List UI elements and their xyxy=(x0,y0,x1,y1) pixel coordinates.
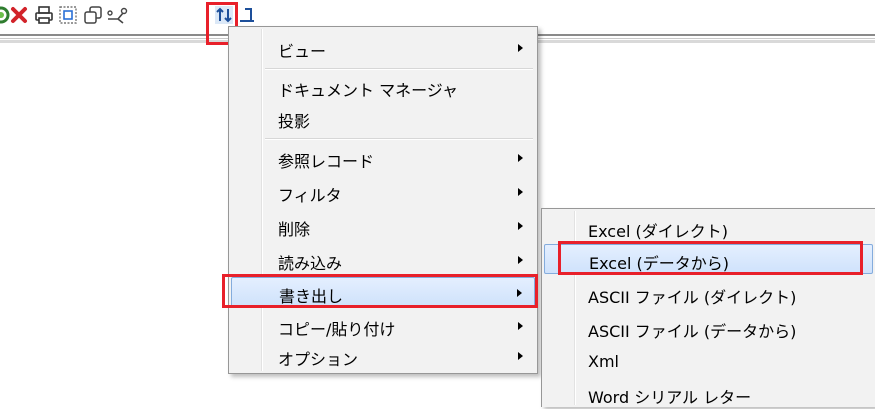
network-icon[interactable] xyxy=(106,4,128,26)
menu-item-delete[interactable]: 削除 xyxy=(231,211,535,241)
submenu-item-ascii-direct[interactable]: ASCII ファイル (ダイレクト) xyxy=(544,279,873,309)
submenu-arrow-icon xyxy=(518,154,523,162)
menu-item-label: 投影 xyxy=(278,112,311,131)
menu-item-import[interactable]: 読み込み xyxy=(231,245,535,275)
print-icon[interactable] xyxy=(33,4,55,26)
menu-item-copy-paste[interactable]: コピー/貼り付け xyxy=(231,311,535,341)
menu-item-reference-record[interactable]: 参照レコード xyxy=(231,143,535,173)
copy-icon[interactable] xyxy=(82,4,104,26)
menu-item-document-manager[interactable]: ドキュメント マネージャ xyxy=(231,72,535,102)
submenu-arrow-icon xyxy=(518,322,523,330)
submenu-item-ascii-from-data[interactable]: ASCII ファイル (データから) xyxy=(544,313,873,343)
menu-item-filter[interactable]: フィルタ xyxy=(231,177,535,207)
submenu-item-label: Excel (データから) xyxy=(589,254,729,273)
submenu-item-label: ASCII ファイル (データから) xyxy=(588,322,797,341)
menu-separator xyxy=(265,138,533,140)
submenu-arrow-icon xyxy=(518,222,523,230)
menu-item-label: オプション xyxy=(278,350,359,369)
menu-item-label: コピー/貼り付け xyxy=(278,320,396,339)
menu-separator xyxy=(265,68,533,70)
submenu-item-label: Xml xyxy=(588,352,619,371)
menu-item-projection[interactable]: 投影 xyxy=(231,103,535,133)
context-menu: ビュー ドキュメント マネージャ 投影 参照レコード フィルタ 削除 読み込み … xyxy=(228,26,538,374)
menu-item-label: 参照レコード xyxy=(278,152,375,171)
submenu-item-excel-from-data[interactable]: Excel (データから) xyxy=(544,244,873,274)
submenu-arrow-icon xyxy=(518,44,523,52)
menu-item-label: ビュー xyxy=(278,42,327,61)
submenu-item-label: Word シリアル レター xyxy=(588,388,752,407)
menu-item-label: 書き出し xyxy=(279,287,344,306)
submenu-arrow-icon xyxy=(518,256,523,264)
submenu-item-xml[interactable]: Xml xyxy=(544,347,873,377)
menu-item-label: フィルタ xyxy=(278,186,342,205)
menu-item-options[interactable]: オプション xyxy=(231,341,535,371)
submenu-item-label: ASCII ファイル (ダイレクト) xyxy=(588,288,797,307)
menu-item-label: 削除 xyxy=(278,220,311,239)
delete-icon[interactable] xyxy=(8,4,30,26)
select-icon[interactable] xyxy=(57,4,79,26)
menu-item-view[interactable]: ビュー xyxy=(231,33,535,63)
export-icon[interactable] xyxy=(236,4,258,26)
menu-item-label: ドキュメント マネージャ xyxy=(278,81,458,100)
menu-item-label: 読み込み xyxy=(278,254,343,273)
submenu-item-excel-direct[interactable]: Excel (ダイレクト) xyxy=(544,213,873,243)
sort-icon[interactable] xyxy=(213,4,235,26)
submenu-arrow-icon xyxy=(518,188,523,196)
submenu-arrow-icon xyxy=(518,352,523,360)
submenu-arrow-icon xyxy=(517,289,522,297)
menu-item-export[interactable]: 書き出し xyxy=(231,277,535,307)
export-submenu: Excel (ダイレクト) Excel (データから) ASCII ファイル (… xyxy=(541,208,875,407)
submenu-item-label: Excel (ダイレクト) xyxy=(588,222,728,241)
submenu-item-word-serial-letter[interactable]: Word シリアル レター xyxy=(544,379,873,409)
